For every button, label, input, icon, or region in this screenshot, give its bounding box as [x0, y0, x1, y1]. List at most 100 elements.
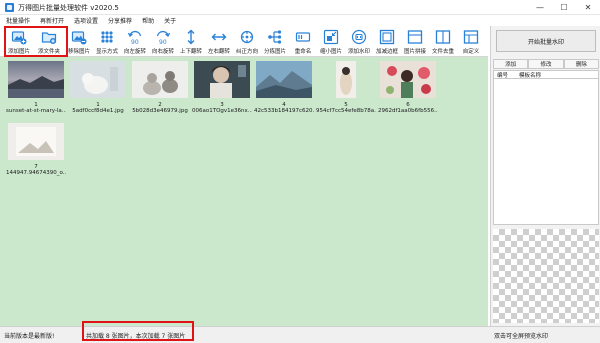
- border-icon: [379, 29, 395, 45]
- custom-button[interactable]: 自定义: [458, 27, 484, 56]
- thumbnail-image: [8, 123, 64, 160]
- thumbnail-image: [318, 61, 374, 98]
- thumbnail-item[interactable]: 4 42c533b184197c620...: [254, 61, 314, 114]
- remove-image-button[interactable]: 移除图片: [66, 27, 92, 56]
- edit-template-button[interactable]: 修改: [528, 59, 564, 69]
- thumbnail-item[interactable]: 3 006ao1TOgv1e36nx...: [192, 61, 252, 114]
- thumbnail-filename: 144947.94674390_o...: [6, 170, 66, 176]
- display-mode-label: 显示方式: [95, 49, 118, 55]
- status-highlight-box: [82, 321, 194, 341]
- thumbnail-filename: 5b028d3e46979.jpg: [132, 108, 188, 114]
- correct-direction-label: 纠正方向: [235, 49, 258, 55]
- minimize-button[interactable]: —: [528, 0, 552, 15]
- display-mode-button[interactable]: 显示方式: [94, 27, 120, 56]
- column-header-template-name: 模板名称: [519, 72, 542, 79]
- toolbar: 添加图片 添文件夹 移除图片 显示方式 90 向左旋转 90 向右旋转 上下翻转…: [0, 26, 488, 57]
- shrink-image-label: 缩小图片: [319, 49, 342, 55]
- grid-view-icon: [101, 31, 113, 43]
- menu-about[interactable]: 关于: [164, 16, 176, 25]
- custom-icon: [463, 30, 479, 44]
- maximize-button[interactable]: ☐: [552, 0, 576, 15]
- stitch-label: 图片拼接: [403, 49, 426, 55]
- add-watermark-label: 添加水印: [347, 49, 370, 55]
- preview-hint: 双击可全屏预览水印: [494, 333, 549, 340]
- window-controls: — ☐ ✕: [528, 0, 600, 15]
- thumbnail-filename: 006ao1TOgv1e36nx...: [192, 108, 252, 114]
- flip-horizontal-button[interactable]: 左右翻转: [206, 27, 232, 56]
- rotate-right-label: 向右旋转: [151, 49, 174, 55]
- sort-images-label: 分拣图片: [263, 49, 286, 55]
- window-title: 万得图片批量处理软件 v2020.5: [18, 4, 119, 12]
- dedupe-button[interactable]: 文件去重: [430, 27, 456, 56]
- watermark-panel: 开始批量水印 添加 修改 删除 编号 模板名称: [490, 26, 600, 326]
- border-label: 加减边框: [375, 49, 398, 55]
- thumbnail-item[interactable]: 7 144947.94674390_o...: [6, 123, 66, 176]
- thumbnail-filename: 954cf7cc54efe8b78a...: [316, 108, 376, 114]
- thumbnail-image: [70, 61, 126, 98]
- thumbnail-item[interactable]: 1 5adf0ccf8d4e1.jpg: [68, 61, 128, 114]
- flip-vertical-button[interactable]: 上下翻转: [178, 27, 204, 56]
- thumbnail-image: [8, 61, 64, 98]
- custom-label: 自定义: [462, 49, 480, 55]
- shrink-image-icon: [323, 29, 339, 45]
- menu-settings[interactable]: 选项设置: [74, 16, 98, 25]
- thumbnail-filename: 2962df1aa0b6fb556...: [378, 108, 438, 114]
- column-header-number: 编号: [497, 72, 509, 79]
- rotate-right-button[interactable]: 90 向右旋转: [150, 27, 176, 56]
- add-template-button[interactable]: 添加: [493, 59, 529, 69]
- thumbnail-image: [380, 61, 436, 98]
- sort-images-icon: [268, 30, 282, 44]
- shrink-image-button[interactable]: 缩小图片: [318, 27, 344, 56]
- thumbnail-filename: 5adf0ccf8d4e1.jpg: [72, 108, 124, 114]
- rename-button[interactable]: 重命名: [290, 27, 316, 56]
- image-grid[interactable]: 1 sunset-at-st-mary-la... 1 5adf0ccf8d4e…: [0, 57, 488, 326]
- menu-share[interactable]: 分享推荐: [108, 16, 132, 25]
- toolbar-highlight-box: [4, 26, 68, 57]
- add-watermark-button[interactable]: 添加水印: [346, 27, 372, 56]
- rotate-left-label: 向左旋转: [123, 49, 146, 55]
- thumbnail-item[interactable]: 1 sunset-at-st-mary-la...: [6, 61, 66, 114]
- thumbnail-item[interactable]: 2 5b028d3e46979.jpg: [130, 61, 190, 114]
- start-batch-watermark-button[interactable]: 开始批量水印: [496, 30, 596, 52]
- thumbnail-filename: sunset-at-st-mary-la...: [6, 108, 66, 114]
- thumbnail-image: [132, 61, 188, 98]
- watermark-icon: [351, 29, 367, 45]
- status-bar: 当前版本是最新版! 共加载 8 张图片，本次加载 7 张图片 双击可全屏预览水印: [0, 321, 600, 343]
- correct-direction-icon: [240, 30, 254, 44]
- rotate-right-icon: 90: [156, 30, 171, 45]
- sort-images-button[interactable]: 分拣图片: [262, 27, 288, 56]
- flip-horizontal-label: 左右翻转: [207, 49, 230, 55]
- rotate-left-icon: 90: [127, 30, 142, 45]
- thumbnail-image: [256, 61, 312, 98]
- border-button[interactable]: 加减边框: [374, 27, 400, 56]
- rotate-left-button[interactable]: 90 向左旋转: [122, 27, 148, 56]
- flip-horizontal-icon: [211, 33, 227, 41]
- svg-text:90: 90: [131, 39, 139, 45]
- thumbnail-image: [194, 61, 250, 98]
- menu-reopen[interactable]: 再新打开: [40, 16, 64, 25]
- app-logo-icon: [5, 3, 14, 12]
- correct-direction-button[interactable]: 纠正方向: [234, 27, 260, 56]
- dedupe-label: 文件去重: [431, 49, 454, 55]
- version-status: 当前版本是最新版!: [4, 333, 55, 340]
- remove-image-icon: [71, 31, 87, 45]
- rename-icon: [295, 32, 311, 42]
- title-bar: 万得图片批量处理软件 v2020.5 — ☐ ✕: [0, 0, 600, 15]
- rename-label: 重命名: [294, 49, 312, 55]
- template-list[interactable]: [493, 79, 599, 225]
- svg-text:90: 90: [159, 39, 167, 45]
- flip-vertical-label: 上下翻转: [179, 49, 202, 55]
- remove-image-label: 移除图片: [67, 49, 90, 55]
- template-list-header: 编号 模板名称: [493, 70, 599, 79]
- close-button[interactable]: ✕: [576, 0, 600, 15]
- thumbnail-item[interactable]: 5 954cf7cc54efe8b78a...: [316, 61, 376, 114]
- thumbnail-item[interactable]: 6 2962df1aa0b6fb556...: [378, 61, 438, 114]
- stitch-icon: [407, 30, 423, 44]
- watermark-preview[interactable]: [493, 229, 599, 323]
- thumbnail-filename: 42c533b184197c620...: [254, 108, 314, 114]
- flip-vertical-icon: [187, 29, 195, 45]
- menu-batch[interactable]: 批量操作: [6, 16, 30, 25]
- delete-template-button[interactable]: 删除: [563, 59, 599, 69]
- stitch-button[interactable]: 图片拼接: [402, 27, 428, 56]
- menu-help[interactable]: 帮助: [142, 16, 154, 25]
